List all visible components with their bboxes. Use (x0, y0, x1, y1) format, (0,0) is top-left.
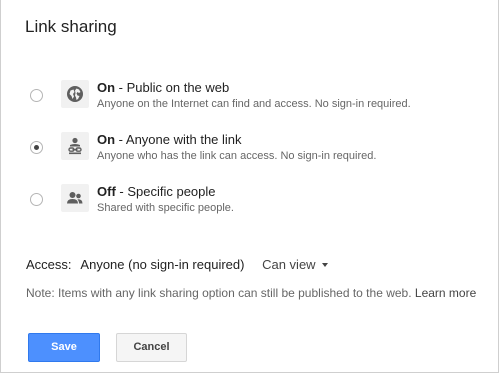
access-label: Access: (26, 257, 72, 272)
option-title: Off - Specific people (97, 184, 216, 199)
option-title: On - Anyone with the link (97, 132, 242, 147)
people-icon (61, 184, 89, 212)
option-description: Shared with specific people. (97, 202, 234, 214)
permission-dropdown-label: Can view (262, 257, 316, 272)
save-button[interactable]: Save (28, 333, 100, 362)
option-public-on-web[interactable]: On - Public on the web Anyone on the Int… (1, 80, 481, 120)
radio-anyone-with-link[interactable] (30, 141, 43, 154)
note-text: Note: Items with any link sharing option… (26, 286, 415, 300)
cancel-button[interactable]: Cancel (116, 333, 187, 362)
access-row: Access: Anyone (no sign-in required) Can… (26, 257, 328, 272)
globe-icon (61, 80, 89, 108)
option-description: Anyone who has the link can access. No s… (97, 150, 377, 162)
link-sharing-dialog: Link sharing On - Public on the web Anyo… (0, 0, 499, 373)
radio-public-on-web[interactable] (30, 89, 43, 102)
learn-more-link[interactable]: Learn more (415, 286, 476, 300)
access-value: Anyone (no sign-in required) (80, 257, 245, 272)
permission-dropdown[interactable]: Can view (262, 257, 328, 272)
option-specific-people[interactable]: Off - Specific people Shared with specif… (1, 184, 481, 224)
publish-note: Note: Items with any link sharing option… (26, 286, 476, 300)
option-title: On - Public on the web (97, 80, 230, 95)
radio-specific-people[interactable] (30, 193, 43, 206)
option-anyone-with-link[interactable]: On - Anyone with the link Anyone who has… (1, 132, 481, 172)
option-description: Anyone on the Internet can find and acce… (97, 98, 411, 110)
dialog-title: Link sharing (25, 17, 117, 36)
person-link-icon (61, 132, 89, 160)
chevron-down-icon (321, 262, 328, 267)
